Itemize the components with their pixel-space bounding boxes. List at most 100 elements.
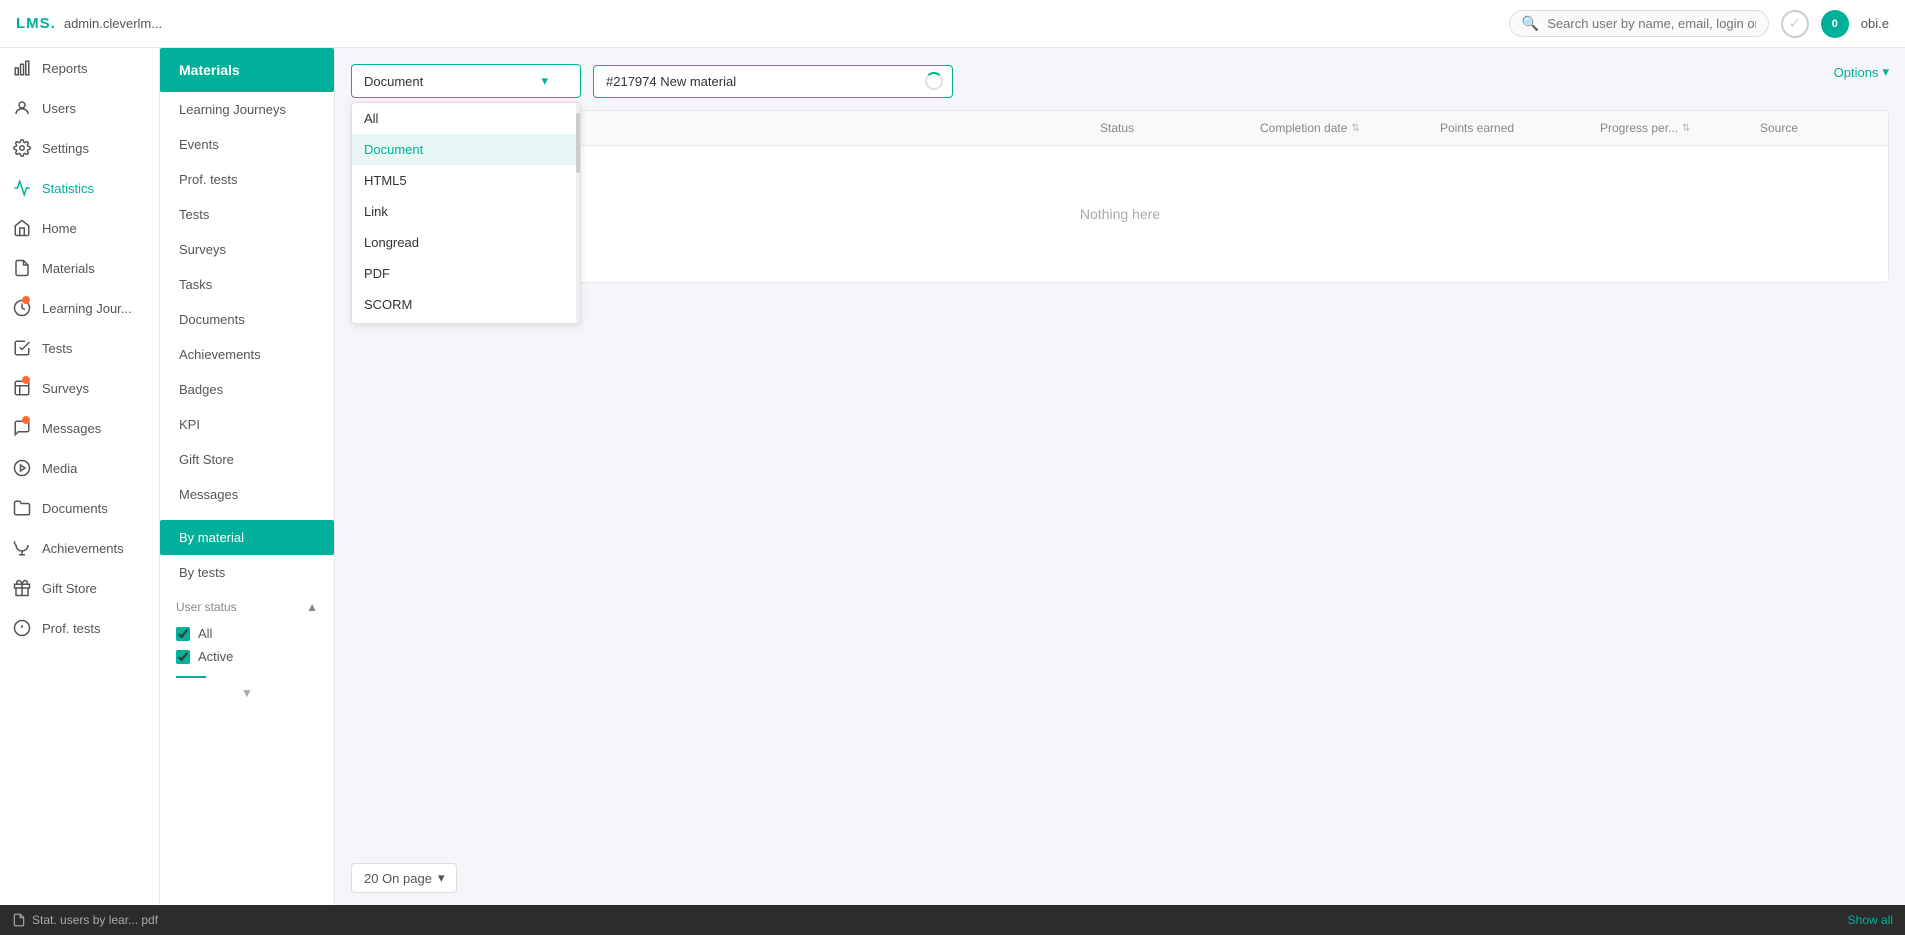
sub-sidebar-item-learning-journeys[interactable]: Learning Journeys [160, 92, 334, 127]
sidebar-item-prof-tests[interactable]: Prof. tests [0, 608, 159, 648]
dropdown-option-scorm[interactable]: SCORM [352, 289, 580, 320]
messages-badge [22, 416, 30, 424]
sidebar-item-documents-label: Documents [42, 501, 108, 516]
sub-sidebar-item-badges[interactable]: Badges [160, 372, 334, 407]
person-icon [12, 98, 32, 118]
sidebar-item-statistics[interactable]: Statistics [0, 168, 159, 208]
check-icon: ✓ [1781, 10, 1809, 38]
sub-sidebar-item-kpi[interactable]: KPI [160, 407, 334, 442]
user-status-all[interactable]: All [176, 622, 318, 645]
user-status-section: User status ▲ [160, 590, 334, 618]
dropdown-scrollbar-thumb [576, 113, 580, 173]
completion-date-sort-icon: ⇅ [1351, 123, 1359, 134]
options-button[interactable]: Options ▾ [1834, 64, 1889, 80]
per-page-chevron-icon: ▾ [438, 870, 445, 886]
sidebar-item-reports-label: Reports [42, 61, 88, 76]
sidebar-item-media[interactable]: Media [0, 448, 159, 488]
sub-sidebar-item-gift-store[interactable]: Gift Store [160, 442, 334, 477]
sidebar-scroll-down[interactable]: ▼ [160, 682, 334, 704]
sub-sidebar-item-prof-tests[interactable]: Prof. tests [160, 162, 334, 197]
sub-sidebar-by-material[interactable]: By material [160, 520, 334, 555]
sub-sidebar-item-events[interactable]: Events [160, 127, 334, 162]
dropdown-option-test[interactable]: Test [352, 320, 580, 323]
th-completion-date[interactable]: Completion date ⇅ [1248, 111, 1428, 145]
user-status-group: All Active [160, 618, 334, 672]
results-table: Name Status Completion date ⇅ Points ear… [351, 110, 1889, 283]
sub-sidebar-item-messages[interactable]: Messages [160, 477, 334, 512]
main-content: Document ▾ All Document HTML5 Link Longr… [335, 48, 1905, 905]
type-dropdown-btn[interactable]: Document ▾ [351, 64, 581, 98]
sidebar-item-materials-label: Materials [42, 261, 95, 276]
show-all-button[interactable]: Show all [1848, 913, 1893, 927]
sidebar-item-tests-label: Tests [42, 341, 72, 356]
pagination-bar: 20 On page ▾ [335, 851, 1905, 905]
progress-sort-icon: ⇅ [1682, 123, 1690, 134]
sidebar-item-settings[interactable]: Settings [0, 128, 159, 168]
topbar-left: LMS. admin.cleverlm... [16, 15, 162, 32]
sidebar-item-documents[interactable]: Documents [0, 488, 159, 528]
sidebar-item-materials[interactable]: Materials [0, 248, 159, 288]
sub-sidebar-item-surveys[interactable]: Surveys [160, 232, 334, 267]
media-icon [12, 458, 32, 478]
dropdown-option-all[interactable]: All [352, 103, 580, 134]
th-points-earned: Points earned [1428, 111, 1588, 145]
sub-sidebar-by-tests[interactable]: By tests [160, 555, 334, 590]
gear-icon [12, 138, 32, 158]
bottom-bar-left: Stat. users by lear... pdf [12, 913, 158, 927]
sidebar-item-tests[interactable]: Tests [0, 328, 159, 368]
chart-line-icon [12, 178, 32, 198]
main-layout: Reports Users Settings Statistics Home [0, 48, 1905, 905]
per-page-button[interactable]: 20 On page ▾ [351, 863, 457, 893]
dropdown-option-link[interactable]: Link [352, 196, 580, 227]
material-search-input[interactable] [593, 65, 953, 98]
material-search-wrapper [593, 65, 953, 98]
username-label: obi.e [1861, 16, 1889, 31]
empty-state: Nothing here [352, 146, 1888, 282]
dropdown-option-longread[interactable]: Longread [352, 227, 580, 258]
user-status-all-checkbox[interactable] [176, 627, 190, 641]
sidebar-item-users-label: Users [42, 101, 76, 116]
user-search-input[interactable] [1547, 16, 1756, 31]
options-chevron-icon: ▾ [1882, 64, 1889, 80]
topbar-right: 🔍 ✓ 0 obi.e [1509, 10, 1889, 38]
sub-sidebar-item-tasks[interactable]: Tasks [160, 267, 334, 302]
sub-sidebar-item-tests[interactable]: Tests [160, 197, 334, 232]
sidebar-item-lj-label: Learning Jour... [42, 301, 132, 316]
th-status: Status [1088, 111, 1248, 145]
sidebar-item-users[interactable]: Users [0, 88, 159, 128]
dropdown-chevron-icon: ▾ [541, 73, 548, 89]
user-status-active-checkbox[interactable] [176, 650, 190, 664]
dropdown-option-pdf[interactable]: PDF [352, 258, 580, 289]
dropdown-scrollbar [576, 103, 580, 323]
user-search-bar[interactable]: 🔍 [1509, 10, 1769, 37]
prof-icon [12, 618, 32, 638]
gift-icon [12, 578, 32, 598]
dropdown-option-document[interactable]: Document [352, 134, 580, 165]
chart-bar-icon [12, 58, 32, 78]
topbar-domain: admin.cleverlm... [64, 16, 162, 31]
bottom-bar: Stat. users by lear... pdf Show all [0, 905, 1905, 935]
sidebar-item-home[interactable]: Home [0, 208, 159, 248]
sidebar-item-messages[interactable]: Messages [0, 408, 159, 448]
sidebar-item-achievements[interactable]: Achievements [0, 528, 159, 568]
sidebar-item-gift-store[interactable]: Gift Store [0, 568, 159, 608]
sidebar-item-surveys[interactable]: Surveys [0, 368, 159, 408]
th-progress[interactable]: Progress per... ⇅ [1588, 111, 1748, 145]
learning-journeys-badge [22, 296, 30, 304]
user-status-chevron[interactable]: ▲ [306, 600, 318, 614]
dropdown-option-html5[interactable]: HTML5 [352, 165, 580, 196]
table-header: Name Status Completion date ⇅ Points ear… [352, 111, 1888, 146]
sidebar-item-learning-journeys[interactable]: Learning Jour... [0, 288, 159, 328]
type-dropdown-wrapper: Document ▾ All Document HTML5 Link Longr… [351, 64, 581, 98]
trophy-icon [12, 538, 32, 558]
sidebar-item-reports[interactable]: Reports [0, 48, 159, 88]
sidebar-item-settings-label: Settings [42, 141, 89, 156]
sidebar-item-gift-store-label: Gift Store [42, 581, 97, 596]
folder-icon [12, 498, 32, 518]
sidebar-item-prof-tests-label: Prof. tests [42, 621, 101, 636]
content-area: Document ▾ All Document HTML5 Link Longr… [335, 48, 1905, 851]
home-icon [12, 218, 32, 238]
user-status-active[interactable]: Active [176, 645, 318, 668]
sub-sidebar-item-documents[interactable]: Documents [160, 302, 334, 337]
sub-sidebar-item-achievements[interactable]: Achievements [160, 337, 334, 372]
